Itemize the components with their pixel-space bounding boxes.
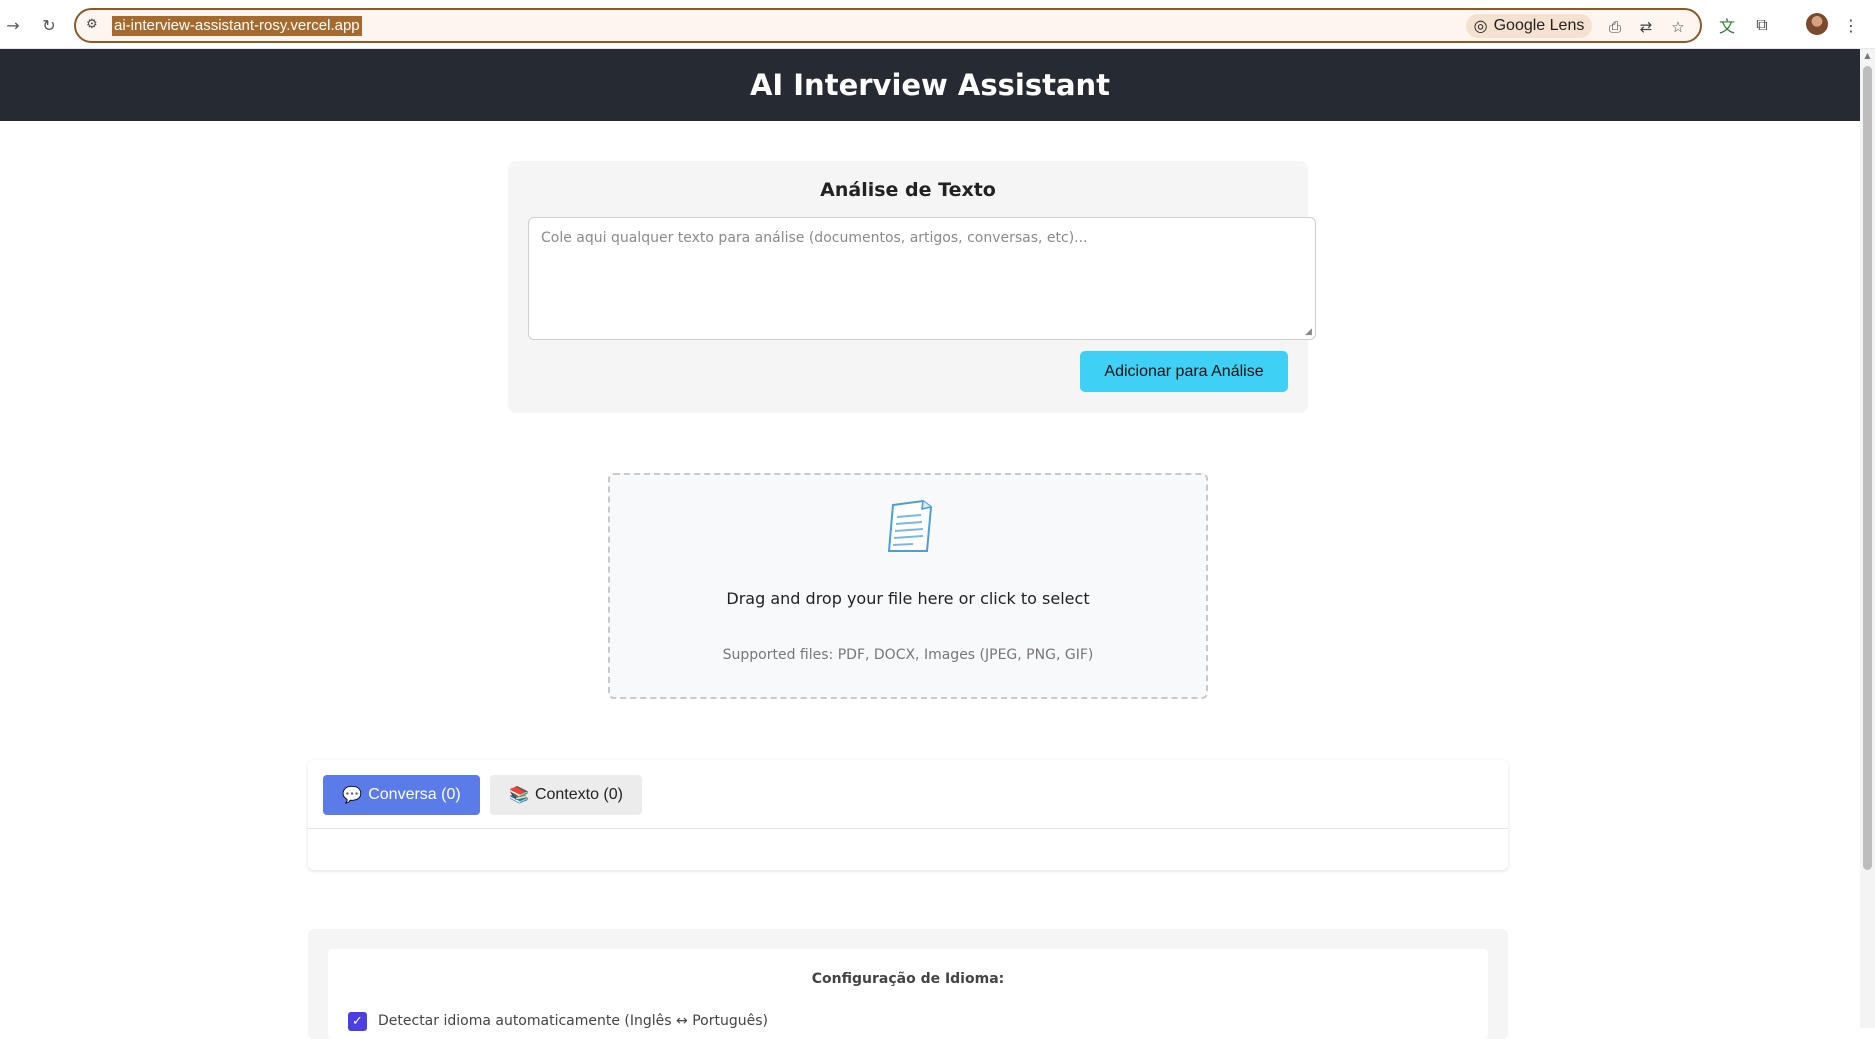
url-text[interactable]: ai-interview-assistant-rosy.vercel.app: [112, 16, 362, 36]
auto-detect-label[interactable]: Detectar idioma automaticamente (Inglês …: [378, 1013, 768, 1029]
dropzone-instructions: Drag and drop your file here or click to…: [726, 589, 1090, 608]
document-icon: [887, 499, 933, 552]
app-header: AI Interview Assistant: [0, 49, 1860, 121]
tab-conversa[interactable]: 💬 Conversa (0): [323, 775, 480, 815]
tab-contexto-label: Contexto (0): [534, 786, 623, 803]
page-title: AI Interview Assistant: [749, 68, 1111, 102]
text-analysis-card: Análise de Texto ◢ Adicionar para Anális…: [508, 161, 1316, 413]
language-config-title: Configuração de Idioma:: [811, 971, 1005, 987]
speech-bubble-icon: 💬: [342, 787, 363, 804]
auto-detect-checkbox[interactable]: ✓: [348, 1012, 367, 1031]
browser-toolbar: → ↻ ⚙ ai-interview-assistant-rosy.vercel…: [0, 0, 1875, 49]
tab-conversa-label: Conversa (0): [368, 786, 461, 803]
language-config-card: Configuração de Idioma: ✓ Detectar idiom…: [328, 949, 1488, 1039]
forward-icon[interactable]: →: [0, 12, 26, 38]
scroll-up-icon[interactable]: ▲: [1862, 51, 1873, 61]
add-for-analysis-button[interactable]: Adicionar para Análise: [1080, 351, 1288, 392]
browser-menu-icon[interactable]: ⋮: [1838, 12, 1864, 38]
reload-icon[interactable]: ↻: [36, 12, 62, 38]
extensions-puzzle-icon[interactable]: ⧉: [1749, 12, 1775, 38]
tabs-panel: 💬 Conversa (0) 📚 Contexto (0): [308, 760, 1508, 870]
profile-avatar[interactable]: [1806, 13, 1828, 35]
google-lens-button[interactable]: ◎ Google Lens: [1466, 14, 1592, 38]
resize-grip-icon[interactable]: ◢: [1305, 327, 1315, 337]
bookmark-star-icon[interactable]: ☆: [1667, 16, 1689, 38]
extension-translate-icon[interactable]: 文: [1714, 12, 1740, 38]
tab-contexto[interactable]: 📚 Contexto (0): [490, 775, 642, 815]
analysis-textarea[interactable]: [528, 217, 1316, 340]
address-bar[interactable]: ⚙ ai-interview-assistant-rosy.vercel.app…: [74, 8, 1702, 43]
install-app-icon[interactable]: ⎙: [1604, 16, 1626, 38]
supported-files-text: Supported files: PDF, DOCX, Images (JPEG…: [722, 647, 1094, 663]
books-icon: 📚: [509, 787, 529, 804]
text-analysis-title: Análise de Texto: [820, 179, 996, 201]
site-info-icon[interactable]: ⚙: [86, 17, 104, 35]
lens-icon: ◎: [1473, 18, 1488, 35]
file-dropzone[interactable]: Drag and drop your file here or click to…: [608, 473, 1208, 699]
tabs-divider: [308, 828, 1508, 829]
scrollbar-thumb[interactable]: [1863, 66, 1872, 870]
google-lens-label: Google Lens: [1493, 17, 1585, 34]
language-config-section: Configuração de Idioma: ✓ Detectar idiom…: [308, 929, 1508, 1039]
translate-icon[interactable]: ⇄: [1635, 16, 1657, 38]
